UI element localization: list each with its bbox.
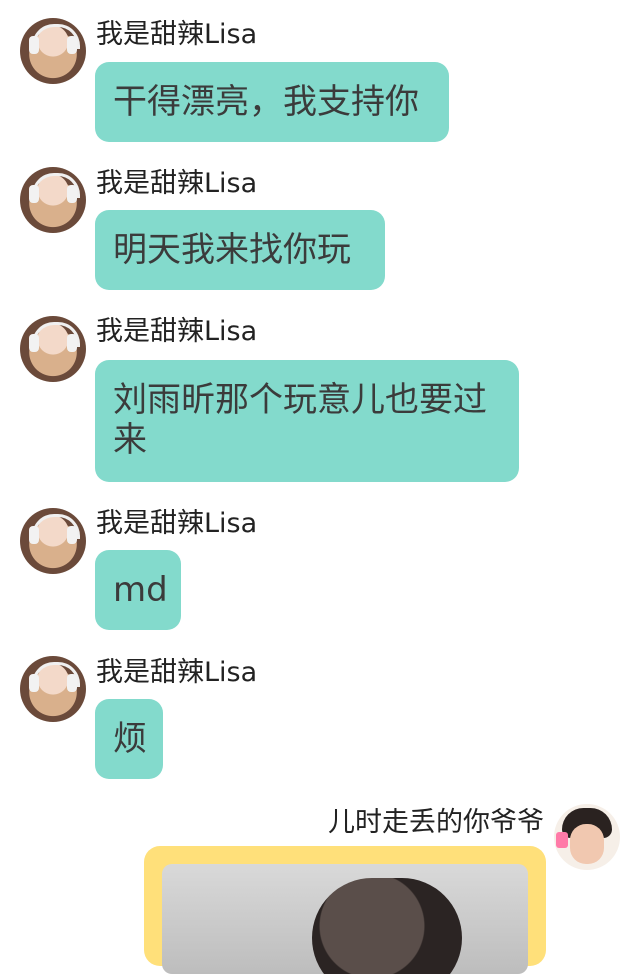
sender-name: 我是甜辣Lisa (96, 19, 258, 50)
sender-name: 我是甜辣Lisa (96, 657, 258, 688)
sender-name: 我是甜辣Lisa (96, 508, 258, 539)
message-bubble[interactable]: 烦 (95, 699, 163, 779)
sender-avatar[interactable] (20, 508, 86, 574)
image-attachment[interactable] (162, 864, 528, 974)
sender-name: 我是甜辣Lisa (96, 316, 258, 347)
sender-avatar[interactable] (20, 656, 86, 722)
sender-name: 我是甜辣Lisa (96, 168, 258, 199)
message-bubble[interactable]: 干得漂亮，我支持你 (95, 62, 449, 142)
self-name: 儿时走丢的你爷爷 (328, 807, 544, 838)
message-bubble[interactable]: md (95, 550, 181, 630)
sender-avatar[interactable] (20, 316, 86, 382)
self-avatar[interactable] (554, 804, 620, 870)
sender-avatar[interactable] (20, 18, 86, 84)
message-bubble[interactable]: 刘雨昕那个玩意儿也要过来 (95, 360, 519, 482)
image-message-card[interactable] (144, 846, 546, 974)
sender-avatar[interactable] (20, 167, 86, 233)
message-bubble[interactable]: 明天我来找你玩 (95, 210, 385, 290)
photo-subject (312, 878, 462, 974)
